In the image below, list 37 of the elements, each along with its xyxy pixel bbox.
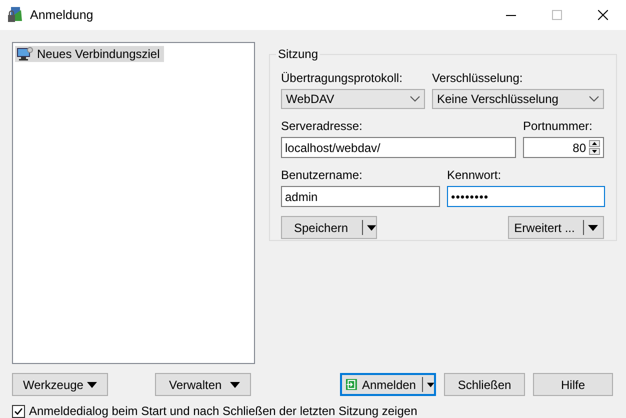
field-label: Serveradresse: xyxy=(281,119,364,133)
window-title: Anmeldung xyxy=(30,8,94,22)
field-label: Benutzername: xyxy=(281,168,364,182)
caret-icon xyxy=(230,382,240,388)
login-icon xyxy=(346,377,357,392)
save-button[interactable]: Speichern xyxy=(281,216,377,239)
host-field[interactable]: localhost/webdav/ xyxy=(281,137,516,158)
caret-icon xyxy=(87,382,97,388)
help-button[interactable]: Hilfe xyxy=(533,373,613,396)
password-field[interactable]: •••••••• xyxy=(447,186,605,207)
username-field[interactable]: admin xyxy=(281,186,440,207)
site-item[interactable]: Neues Verbindungsziel xyxy=(15,46,164,62)
chevron-icon xyxy=(589,96,599,102)
chevron-icon xyxy=(410,96,420,102)
checkbox-label: Anmeldedialog beim Start und nach Schließen der letzten Sitzung zeigen xyxy=(29,404,418,418)
port-field[interactable]: 80 xyxy=(523,137,604,158)
field-label: Übertragungsprotokoll: xyxy=(281,71,404,85)
advanced-button[interactable]: Erweitert ... xyxy=(508,216,604,239)
spinner-icon xyxy=(589,140,600,155)
manage-button[interactable]: Verwalten xyxy=(155,373,251,396)
protocol-dropdown[interactable]: WebDAV xyxy=(281,89,425,109)
close-dialog-button[interactable]: Schließen xyxy=(444,373,525,396)
caret-icon xyxy=(426,382,434,388)
field-label: Portnummer: xyxy=(523,119,594,133)
tools-button[interactable]: Werkzeuge xyxy=(12,373,108,396)
checkbox[interactable] xyxy=(12,404,25,418)
monitor-icon xyxy=(17,47,33,61)
encryption-dropdown[interactable]: Keine Verschlüsselung xyxy=(432,89,604,109)
close-icon xyxy=(598,10,608,20)
lock-computer-icon xyxy=(7,6,24,24)
caret-icon xyxy=(366,224,376,230)
group-title: Sitzung xyxy=(277,47,320,61)
maximize-icon xyxy=(552,10,562,20)
field-label: Verschlüsselung: xyxy=(432,71,524,85)
login-button[interactable]: Anmelden xyxy=(340,373,436,396)
caret-icon xyxy=(588,224,598,230)
field-label: Kennwort: xyxy=(447,168,502,182)
